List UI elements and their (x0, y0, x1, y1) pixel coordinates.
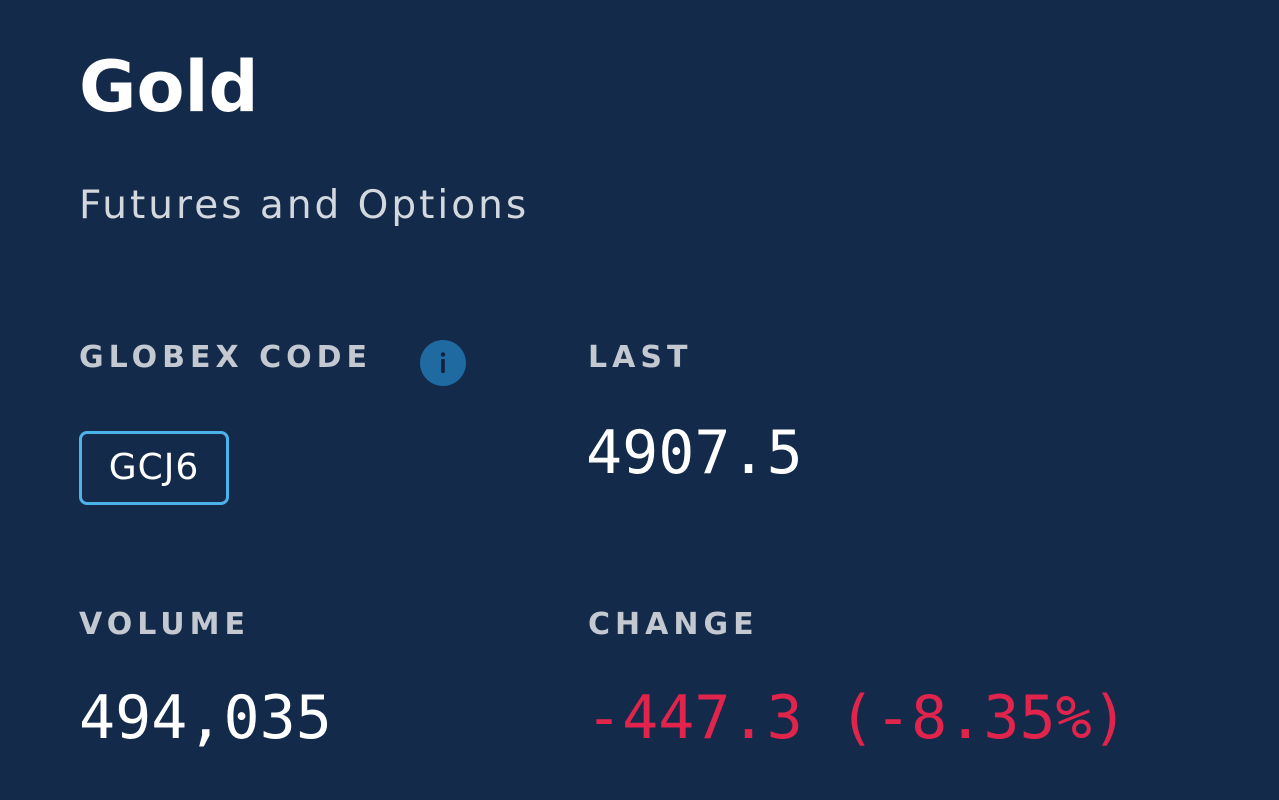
page-title: Gold (79, 46, 259, 128)
volume-label: VOLUME (79, 607, 250, 642)
page-subtitle: Futures and Options (79, 183, 530, 228)
change-value: -447.3 (-8.35%) (586, 683, 1128, 753)
globex-code-label: GLOBEX CODE (79, 340, 373, 375)
last-label: LAST (588, 340, 693, 375)
info-icon[interactable] (420, 340, 466, 386)
volume-value: 494,035 (79, 683, 332, 753)
last-value: 4907.5 (586, 418, 803, 488)
globex-code-value: GCJ6 (108, 447, 200, 488)
globex-code-badge[interactable]: GCJ6 (79, 431, 229, 505)
change-label: CHANGE (588, 607, 759, 642)
